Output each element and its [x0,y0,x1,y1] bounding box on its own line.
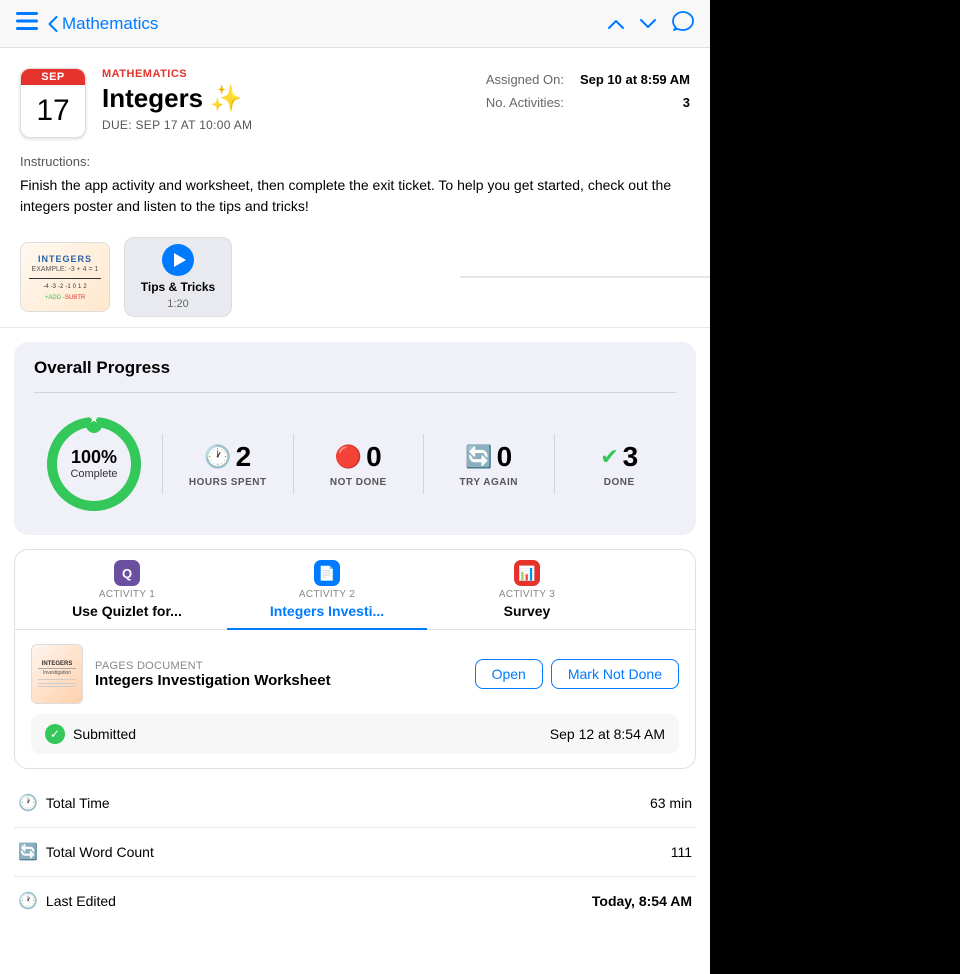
document-row: INTEGERS Investigation PAGES DOCUMENT In… [31,644,679,704]
open-button[interactable]: Open [475,659,543,689]
top-nav: Mathematics [0,0,710,48]
assignment-info: Mathematics Integers ✨ DUE: SEP 17 AT 10… [102,68,470,132]
total-time-label: Total Time [46,795,110,811]
stat-try-again: 🔄 0 TRY AGAIN [432,441,546,488]
section-divider [460,277,710,278]
activity2-num: ACTIVITY 2 [299,589,355,600]
word-count-icon: 🔄 [18,842,38,862]
assignment-title: Integers ✨ [102,83,470,114]
clock-icon: 🕐 [204,444,231,470]
no-activities-label: No. Activities: [486,95,564,110]
donut-percent: 100% [70,448,117,468]
assignment-subject: Mathematics [102,68,470,80]
document-name: Integers Investigation Worksheet [95,672,463,689]
activity3-icon: 📊 [514,560,540,586]
progress-title: Overall Progress [34,358,676,378]
stat-divider-2 [293,434,294,494]
svg-text:★: ★ [90,414,99,425]
stat-hours-spent: 🕐 2 HOURS SPENT [171,441,285,488]
document-actions: Open Mark Not Done [475,659,679,689]
metric-last-edited: 🕐 Last Edited Today, 8:54 AM [14,877,696,925]
nav-left: Mathematics [16,12,158,35]
metric-word-count: 🔄 Total Word Count 111 [14,828,696,877]
mark-not-done-button[interactable]: Mark Not Done [551,659,679,689]
activity2-name: Integers Investi... [270,603,384,619]
instructions-label: Instructions: [20,154,690,169]
activity-tab-3[interactable]: 📊 ACTIVITY 3 Survey [427,550,627,629]
metric-total-time: 🕐 Total Time 63 min [14,779,696,828]
video-attachment[interactable]: Tips & Tricks 1:20 [124,237,232,317]
submitted-left: ✓ Submitted [45,724,136,744]
back-label: Mathematics [62,14,158,34]
document-thumbnail: INTEGERS Investigation [31,644,83,704]
nav-right [608,10,694,37]
activity1-icon: Q [114,560,140,586]
stat-divider-1 [162,434,163,494]
instructions-text: Finish the app activity and worksheet, t… [20,175,690,217]
integers-poster-thumb[interactable]: INTEGERS EXAMPLE: -3 + 4 = 1 -4-3-2-1012… [20,242,110,312]
activity1-name: Use Quizlet for... [72,603,182,619]
activity-tab-1[interactable]: Q ACTIVITY 1 Use Quizlet for... [27,550,227,629]
chevron-down-icon[interactable] [640,13,656,34]
play-button[interactable] [162,244,194,276]
content-area: SEP 17 Mathematics Integers ✨ DUE: SEP 1… [0,48,710,974]
word-count-value: 111 [671,844,692,860]
attachments-row: INTEGERS EXAMPLE: -3 + 4 = 1 -4-3-2-1012… [0,227,710,328]
activity3-name: Survey [504,603,551,619]
metrics-section: 🕐 Total Time 63 min 🔄 Total Word Count 1… [14,779,696,925]
activity3-num: ACTIVITY 3 [499,589,555,600]
calendar-badge: SEP 17 [20,68,86,138]
done-icon: ✔ [600,444,618,470]
progress-stats: ★ 100% Complete 🕐 2 HOURS SPENT [34,409,676,519]
total-time-value: 63 min [650,795,692,811]
video-title: Tips & Tricks [141,280,215,294]
stat-divider-3 [423,434,424,494]
activity1-num: ACTIVITY 1 [99,589,155,600]
no-activities-value: 3 [683,95,690,110]
activity-tab-2[interactable]: 📄 ACTIVITY 2 Integers Investi... [227,550,427,629]
no-activities-row: No. Activities: 3 [486,95,690,110]
calendar-month: SEP [21,69,85,85]
activities-section: Q ACTIVITY 1 Use Quizlet for... 📄 ACTIVI… [14,549,696,769]
submitted-time: Sep 12 at 8:54 AM [550,726,665,742]
stat-divider-4 [554,434,555,494]
last-edited-label: Last Edited [46,893,116,909]
sidebar-toggle[interactable] [16,12,38,35]
back-button[interactable]: Mathematics [48,14,158,34]
assigned-on-label: Assigned On: [486,72,564,87]
instructions-section: Instructions: Finish the app activity an… [0,148,710,227]
not-done-icon: 🔴 [335,444,362,470]
assignment-meta: Assigned On: Sep 10 at 8:59 AM No. Activ… [486,68,690,110]
chevron-up-icon[interactable] [608,13,624,34]
last-edited-value: Today, 8:54 AM [592,893,692,909]
comment-icon[interactable] [672,10,694,37]
donut-chart: ★ 100% Complete [34,409,154,519]
right-panel [710,0,960,974]
submitted-label: Submitted [73,726,136,742]
assignment-due: DUE: SEP 17 AT 10:00 AM [102,118,470,132]
document-type: PAGES DOCUMENT [95,660,463,672]
video-duration: 1:20 [167,298,188,310]
stat-done: ✔ 3 DONE [563,441,677,488]
title-emoji: ✨ [210,83,242,113]
last-edited-icon: 🕐 [18,891,38,911]
assigned-on-row: Assigned On: Sep 10 at 8:59 AM [486,72,690,87]
try-again-icon: 🔄 [465,444,492,470]
word-count-label: Total Word Count [46,844,154,860]
stat-not-done: 🔴 0 NOT DONE [302,441,416,488]
progress-divider [34,392,676,393]
submitted-check-icon: ✓ [45,724,65,744]
total-time-icon: 🕐 [18,793,38,813]
activities-tabs: Q ACTIVITY 1 Use Quizlet for... 📄 ACTIVI… [15,550,695,630]
progress-section: Overall Progress ★ 100% Complete [14,342,696,535]
calendar-day: 17 [21,85,85,137]
assigned-on-value: Sep 10 at 8:59 AM [580,72,690,87]
donut-complete: Complete [70,468,117,480]
assignment-header: SEP 17 Mathematics Integers ✨ DUE: SEP 1… [0,48,710,148]
document-info: PAGES DOCUMENT Integers Investigation Wo… [95,660,463,689]
activity2-icon: 📄 [314,560,340,586]
activity-content: INTEGERS Investigation PAGES DOCUMENT In… [15,630,695,768]
submitted-row: ✓ Submitted Sep 12 at 8:54 AM [31,714,679,754]
